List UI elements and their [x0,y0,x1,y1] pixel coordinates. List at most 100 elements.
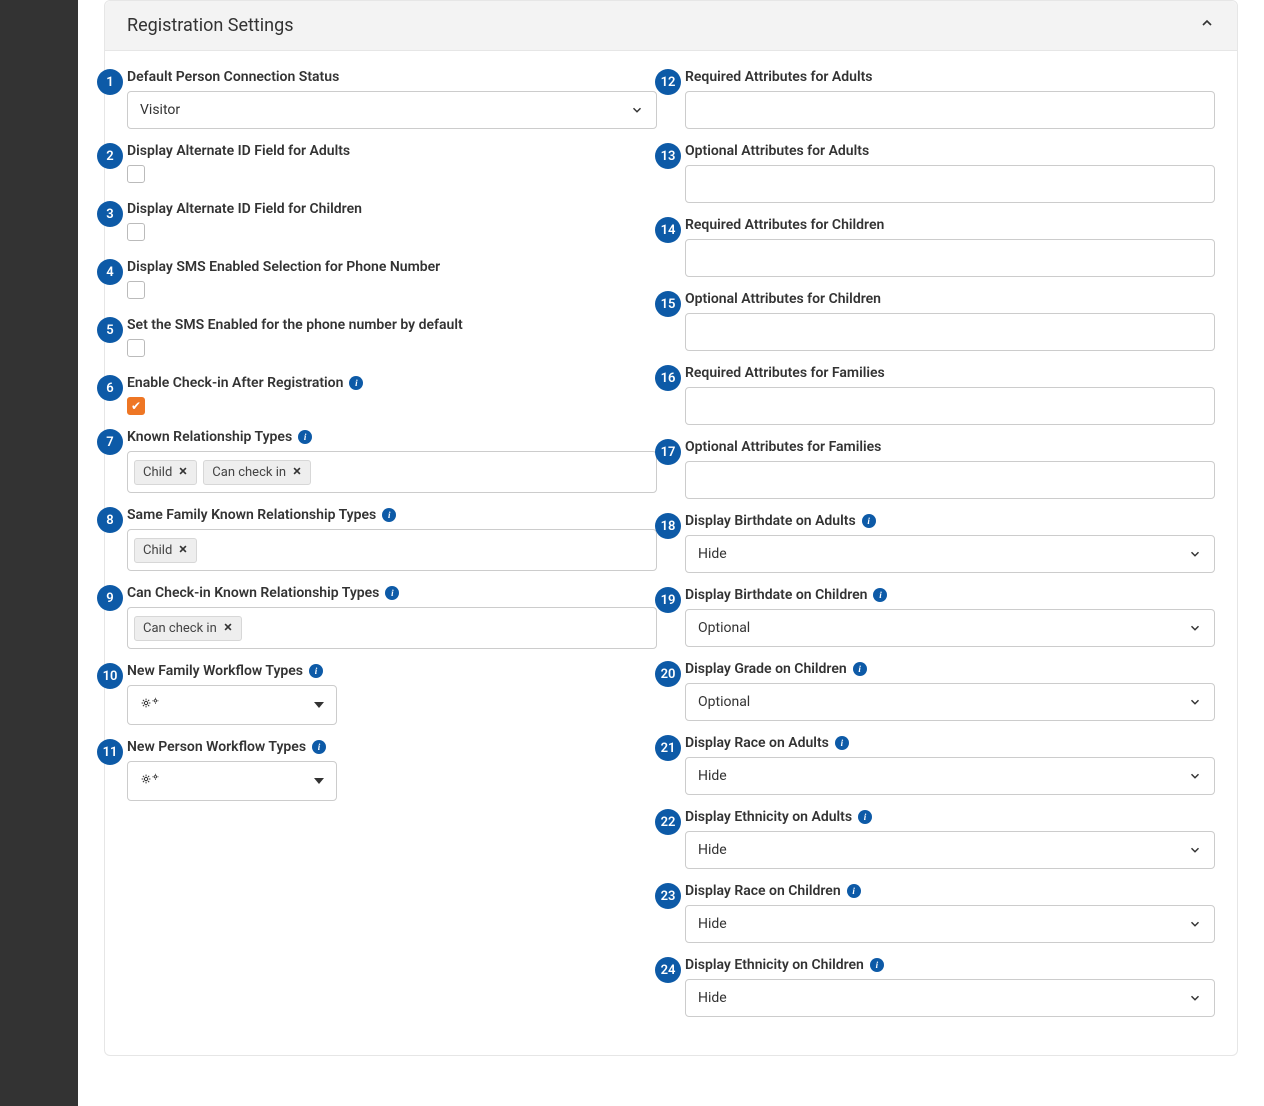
callout-badge-12: 12 [655,69,681,95]
form-group-display-birthdate-on-children: 19Display Birthdate on Children iOptiona… [685,587,1215,647]
field-label: Same Family Known Relationship Types [127,507,376,523]
close-icon[interactable] [292,465,302,480]
field-label: Display Ethnicity on Children [685,957,864,973]
label-row: Display Birthdate on Children i [685,587,1215,603]
can-check-in-known-relationship-types-tag-input[interactable]: Can check in [127,607,657,649]
tag-can-check-in[interactable]: Can check in [203,460,311,485]
callout-badge-10: 10 [97,663,123,689]
form-group-required-attributes-for-adults: 12Required Attributes for Adults [685,69,1215,129]
enable-check-in-after-registration-checkbox[interactable]: ✔ [127,397,145,415]
field-label: Display Race on Children [685,883,841,899]
optional-attributes-for-children-input[interactable] [685,313,1215,351]
required-attributes-for-adults-input[interactable] [685,91,1215,129]
display-ethnicity-on-children-select[interactable]: Hide [685,979,1215,1017]
tag-child[interactable]: Child [134,538,197,563]
field-label: Display Ethnicity on Adults [685,809,852,825]
callout-badge-13: 13 [655,143,681,169]
info-icon[interactable]: i [847,884,861,898]
display-birthdate-on-children-select[interactable]: Optional [685,609,1215,647]
field-label: Required Attributes for Adults [685,69,873,85]
info-icon[interactable]: i [870,958,884,972]
info-icon[interactable]: i [858,810,872,824]
field-label: Optional Attributes for Families [685,439,881,455]
tag-label: Child [143,465,172,480]
callout-badge-2: 2 [97,143,123,169]
display-grade-on-children-select[interactable]: Optional [685,683,1215,721]
callout-badge-22: 22 [655,809,681,835]
known-relationship-types-tag-input[interactable]: Child Can check in [127,451,657,493]
label-row: Default Person Connection Status [127,69,657,85]
display-alternate-id-field-for-children-checkbox[interactable] [127,223,145,241]
select-value: Hide [698,990,727,1006]
new-person-workflow-types-picker[interactable] [127,761,337,801]
callout-badge-20: 20 [655,661,681,687]
required-attributes-for-children-input[interactable] [685,239,1215,277]
chevron-down-icon [1188,621,1202,635]
caret-down-icon [314,702,324,708]
info-icon[interactable]: i [835,736,849,750]
form-group-required-attributes-for-children: 14Required Attributes for Children [685,217,1215,277]
optional-attributes-for-adults-input[interactable] [685,165,1215,203]
display-birthdate-on-adults-select[interactable]: Hide [685,535,1215,573]
display-ethnicity-on-adults-select[interactable]: Hide [685,831,1215,869]
info-icon[interactable]: i [385,586,399,600]
info-icon[interactable]: i [298,430,312,444]
required-attributes-for-families-input[interactable] [685,387,1215,425]
panel-body: 1Default Person Connection StatusVisitor… [105,51,1237,1055]
form-group-set-the-sms-enabled-for-the-phone-number-by-default: 5Set the SMS Enabled for the phone numbe… [127,317,657,361]
field-label: Optional Attributes for Adults [685,143,869,159]
tag-label: Child [143,543,172,558]
info-icon[interactable]: i [862,514,876,528]
label-row: Same Family Known Relationship Types i [127,507,657,523]
callout-badge-1: 1 [97,69,123,95]
label-row: Optional Attributes for Children [685,291,1215,307]
callout-badge-7: 7 [97,429,123,455]
callout-badge-19: 19 [655,587,681,613]
chevron-down-icon [1188,917,1202,931]
optional-attributes-for-families-input[interactable] [685,461,1215,499]
close-icon[interactable] [178,543,188,558]
field-label: Default Person Connection Status [127,69,339,85]
form-group-default-person-connection-status: 1Default Person Connection StatusVisitor [127,69,657,129]
registration-settings-panel: Registration Settings 1Default Person Co… [104,0,1238,1056]
info-icon[interactable]: i [309,664,323,678]
close-icon[interactable] [223,621,233,636]
label-row: Enable Check-in After Registration i [127,375,657,391]
field-label: Display SMS Enabled Selection for Phone … [127,259,440,275]
display-alternate-id-field-for-adults-checkbox[interactable] [127,165,145,183]
tag-child[interactable]: Child [134,460,197,485]
default-person-connection-status-select[interactable]: Visitor [127,91,657,129]
display-race-on-children-select[interactable]: Hide [685,905,1215,943]
select-value: Optional [698,620,750,636]
same-family-known-relationship-types-tag-input[interactable]: Child [127,529,657,571]
set-the-sms-enabled-for-the-phone-number-by-default-checkbox[interactable] [127,339,145,357]
info-icon[interactable]: i [382,508,396,522]
callout-badge-11: 11 [97,739,123,765]
info-icon[interactable]: i [349,376,363,390]
form-group-can-check-in-known-relationship-types: 9Can Check-in Known Relationship Types i… [127,585,657,649]
info-icon[interactable]: i [853,662,867,676]
form-group-enable-check-in-after-registration: 6Enable Check-in After Registration i✔ [127,375,657,415]
display-sms-enabled-selection-for-phone-number-checkbox[interactable] [127,281,145,299]
chevron-down-icon [1188,991,1202,1005]
callout-badge-9: 9 [97,585,123,611]
form-group-same-family-known-relationship-types: 8Same Family Known Relationship Types iC… [127,507,657,571]
label-row: Required Attributes for Families [685,365,1215,381]
form-group-new-person-workflow-types: 11New Person Workflow Types i [127,739,657,801]
close-icon[interactable] [178,465,188,480]
info-icon[interactable]: i [312,740,326,754]
form-group-display-grade-on-children: 20Display Grade on Children iOptional [685,661,1215,721]
page: Registration Settings 1Default Person Co… [0,0,1264,1106]
callout-badge-21: 21 [655,735,681,761]
new-family-workflow-types-picker[interactable] [127,685,337,725]
panel-header[interactable]: Registration Settings [105,1,1237,51]
chevron-down-icon [1188,843,1202,857]
label-row: Display Alternate ID Field for Adults [127,143,657,159]
columns: 1Default Person Connection StatusVisitor… [127,69,1215,1031]
form-group-display-sms-enabled-selection-for-phone-number: 4Display SMS Enabled Selection for Phone… [127,259,657,303]
field-label: Required Attributes for Families [685,365,885,381]
display-race-on-adults-select[interactable]: Hide [685,757,1215,795]
tag-can-check-in[interactable]: Can check in [134,616,242,641]
label-row: New Person Workflow Types i [127,739,657,755]
info-icon[interactable]: i [873,588,887,602]
